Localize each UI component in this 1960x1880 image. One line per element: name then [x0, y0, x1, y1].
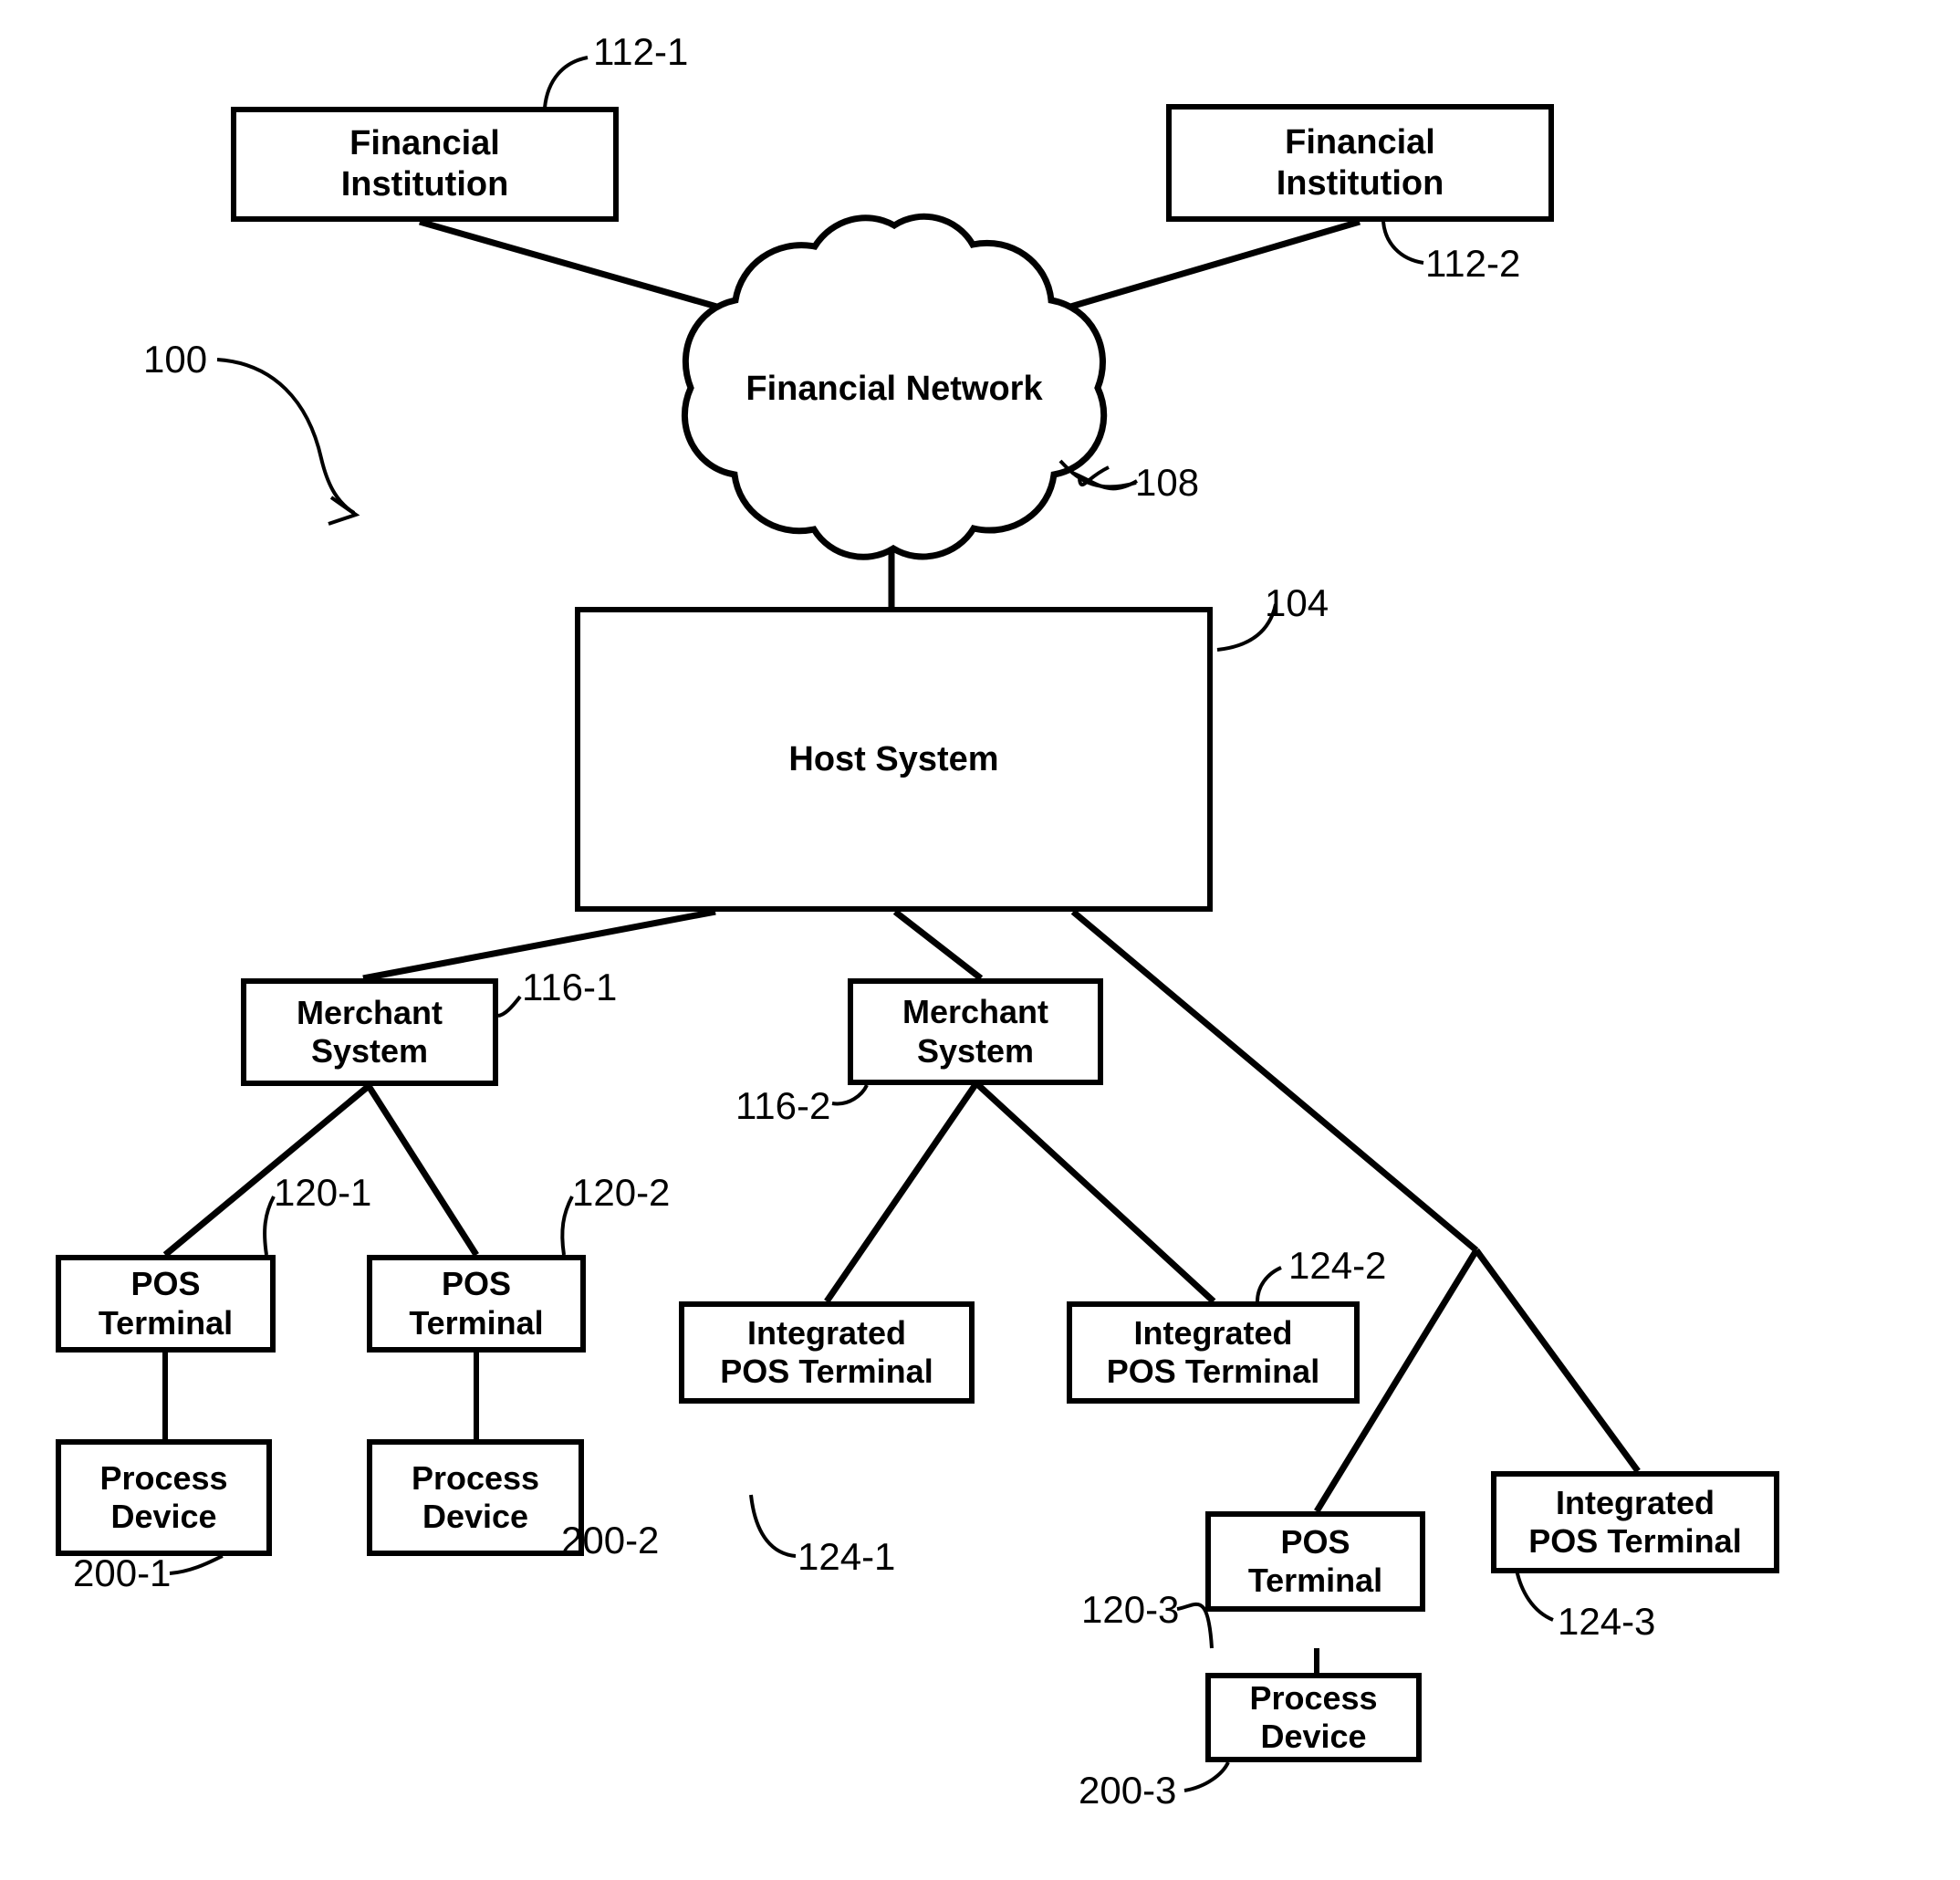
node-merchant-system-1[interactable]: Merchant System — [241, 978, 498, 1086]
pd2-line2: Device — [422, 1498, 529, 1535]
wire-host-to-right-branch — [1070, 909, 1479, 1253]
wire-merchant1-to-pos2 — [366, 1084, 479, 1257]
ref-number-200-2: 200-2 — [561, 1519, 660, 1561]
leader-200-3 — [1183, 1761, 1230, 1792]
ref-number-120-1: 120-1 — [274, 1171, 372, 1214]
ipos2-line1: Integrated — [1133, 1313, 1293, 1352]
leader-124-1 — [749, 1494, 797, 1558]
ipos3-line1: Integrated — [1555, 1483, 1715, 1521]
ref-number-108: 108 — [1135, 461, 1200, 504]
node-process-device-1[interactable]: Process Device — [56, 1439, 272, 1556]
ref-number-124-3: 124-3 — [1558, 1600, 1656, 1643]
ref-number-system-100: 100 — [143, 338, 208, 381]
ref-number-124-1: 124-1 — [798, 1535, 896, 1578]
pos1-line2: Terminal — [98, 1303, 234, 1342]
fi2-line1: Financial — [1285, 122, 1435, 162]
pd2-line1: Process — [411, 1458, 540, 1497]
merchant1-line1: Merchant — [296, 993, 443, 1031]
leader-124-2 — [1256, 1266, 1282, 1302]
node-host-system[interactable]: Host System — [575, 607, 1213, 912]
fi2-line2: Institution — [1276, 163, 1444, 203]
pd1-line2: Device — [110, 1498, 217, 1535]
leader-112-1 — [543, 56, 589, 109]
ipos2-line2: POS Terminal — [1106, 1353, 1320, 1390]
ref-number-104: 104 — [1265, 581, 1329, 624]
ref-number-112-1: 112-1 — [593, 30, 689, 73]
node-merchant-system-2[interactable]: Merchant System — [848, 978, 1103, 1085]
node-financial-institution-2[interactable]: Financial Institution — [1166, 104, 1554, 222]
node-integrated-pos-terminal-3[interactable]: Integrated POS Terminal — [1491, 1471, 1779, 1573]
financial-network-text: Financial Network — [745, 370, 1043, 408]
pos3-line2: Terminal — [1247, 1561, 1383, 1599]
node-financial-network-label[interactable]: Financial Network — [691, 370, 1098, 409]
leader-112-2 — [1381, 221, 1424, 265]
ipos1-line2: POS Terminal — [720, 1353, 933, 1390]
patent-figure-canvas: Financial Institution Financial Institut… — [0, 0, 1960, 1880]
pos2-line2: Terminal — [409, 1303, 544, 1342]
node-pos-terminal-1[interactable]: POS Terminal — [56, 1255, 276, 1353]
wire-right-branch-to-ipos3 — [1474, 1248, 1641, 1474]
node-financial-institution-1[interactable]: Financial Institution — [231, 107, 619, 222]
leader-120-1 — [263, 1196, 276, 1256]
ipos3-line2: POS Terminal — [1528, 1522, 1742, 1560]
ref-number-120-2: 120-2 — [572, 1171, 671, 1214]
leader-116-2 — [831, 1084, 869, 1106]
ref-number-124-2: 124-2 — [1288, 1244, 1387, 1287]
node-pos-terminal-3[interactable]: POS Terminal — [1205, 1511, 1425, 1612]
leader-120-2 — [560, 1196, 574, 1256]
merchant1-line2: System — [310, 1032, 429, 1070]
host-system-label: Host System — [788, 739, 999, 778]
wire-merchant2-to-ipos2 — [974, 1081, 1216, 1304]
ref-number-200-1: 200-1 — [73, 1551, 172, 1594]
ref-number-112-2: 112-2 — [1425, 242, 1521, 285]
node-process-device-2[interactable]: Process Device — [367, 1439, 584, 1556]
wire-host-to-merchant2 — [892, 909, 984, 981]
ref-number-116-1: 116-1 — [522, 966, 618, 1008]
merchant2-line1: Merchant — [902, 993, 1049, 1031]
leader-200-1 — [169, 1554, 224, 1575]
ipos1-line1: Integrated — [746, 1313, 907, 1352]
merchant2-line2: System — [916, 1031, 1035, 1070]
pos2-line1: POS — [441, 1265, 512, 1303]
node-process-device-3[interactable]: Process Device — [1205, 1673, 1422, 1762]
fi1-line2: Institution — [340, 165, 509, 204]
ref-number-120-3: 120-3 — [1081, 1588, 1180, 1631]
leader-124-3 — [1515, 1569, 1554, 1622]
fi1-line1: Financial — [349, 124, 500, 163]
leader-116-1 — [497, 995, 522, 1018]
connector-layer — [162, 56, 1641, 1792]
pd3-line2: Device — [1260, 1718, 1367, 1755]
ref-number-116-2: 116-2 — [735, 1084, 831, 1127]
node-integrated-pos-terminal-2[interactable]: Integrated POS Terminal — [1067, 1301, 1360, 1404]
node-pos-terminal-2[interactable]: POS Terminal — [367, 1255, 586, 1353]
ref-number-200-3: 200-3 — [1079, 1769, 1177, 1812]
wire-merchant2-to-ipos1 — [824, 1081, 979, 1303]
pos3-line1: POS — [1280, 1522, 1350, 1561]
leader-system-100 — [216, 358, 356, 515]
pos1-line1: POS — [130, 1265, 201, 1303]
pd1-line1: Process — [99, 1458, 228, 1497]
node-integrated-pos-terminal-1[interactable]: Integrated POS Terminal — [679, 1301, 975, 1404]
pd3-line1: Process — [1249, 1678, 1378, 1717]
